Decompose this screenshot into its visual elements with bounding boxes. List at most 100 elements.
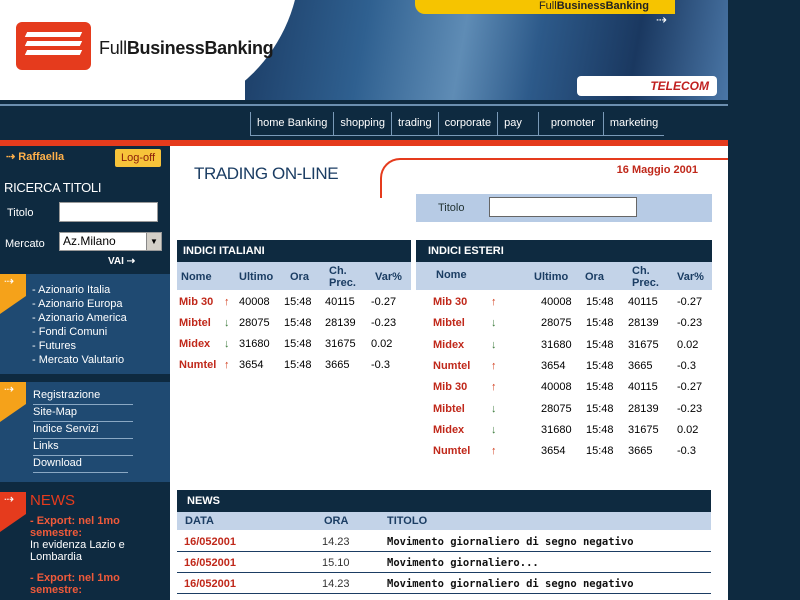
col-nome: Nome bbox=[436, 269, 467, 281]
news-side-item[interactable]: - Export: nel 1mo semestre: bbox=[30, 572, 165, 596]
var-value: -0.27 bbox=[677, 381, 703, 394]
index-name[interactable]: Numtel bbox=[179, 359, 216, 371]
arrow-up-icon: ↑ bbox=[491, 381, 497, 394]
logoff-button[interactable]: Log-off bbox=[115, 149, 161, 167]
ora-value: 15:48 bbox=[586, 381, 614, 394]
var-value: -0.27 bbox=[371, 296, 397, 308]
menu-mercato-valutario[interactable]: - Mercato Valutario bbox=[32, 354, 127, 368]
market-menu: ⇢ - Azionario Italia - Azionario Europa … bbox=[0, 274, 170, 374]
col-var: Var% bbox=[677, 271, 704, 283]
right-gutter bbox=[728, 0, 800, 600]
index-name[interactable]: Numtel bbox=[433, 360, 470, 372]
index-name[interactable]: Mibtel bbox=[433, 317, 465, 329]
nav-marketing[interactable]: marketing bbox=[602, 112, 665, 136]
index-name[interactable]: Numtel bbox=[433, 445, 470, 457]
link-indice-servizi[interactable]: Indice Servizi bbox=[33, 422, 133, 439]
menu-azionario-italia[interactable]: - Azionario Italia bbox=[32, 284, 127, 298]
link-links[interactable]: Links bbox=[33, 439, 133, 456]
ora-value: 15:48 bbox=[586, 338, 614, 351]
link-site-map[interactable]: Site-Map bbox=[33, 405, 133, 422]
col-ora: ORA bbox=[324, 515, 349, 527]
ultimo-value: 3654 bbox=[541, 445, 566, 458]
col-nome: Nome bbox=[181, 271, 212, 283]
ultimo-value: 28075 bbox=[239, 317, 270, 329]
table-row[interactable]: Mib 30 ↑ 40008 15:48 40115 -0.27 bbox=[416, 377, 712, 398]
link-download[interactable]: Download bbox=[33, 456, 128, 473]
news-row[interactable]: 16/052001 14.23 Movimento giornaliero di s… bbox=[177, 573, 711, 594]
brand-name[interactable]: FullBusinessBanking bbox=[99, 38, 274, 59]
mercato-select[interactable]: Az.Milano ▼ bbox=[59, 232, 162, 251]
col-ultimo: Ultimo bbox=[534, 271, 569, 283]
news-side-headline[interactable]: - Export: nel 1mo semestre: bbox=[30, 515, 165, 539]
titolo-label: Titolo bbox=[7, 207, 34, 219]
ultimo-value: 40008 bbox=[239, 296, 270, 308]
table-row[interactable]: Mibtel ↓ 28075 15:48 28139 -0.23 bbox=[416, 399, 712, 420]
news-headline[interactable]: Movimento giornaliero... bbox=[387, 557, 539, 569]
index-name[interactable]: Midex bbox=[433, 339, 464, 351]
news-side-headline[interactable]: - Export: nel 1mo semestre: bbox=[30, 572, 165, 596]
arrow-up-icon: ↑ bbox=[491, 445, 497, 458]
table-row[interactable]: Mib 30 ↑ 40008 15:48 40115 -0.27 bbox=[416, 292, 712, 313]
table-row[interactable]: Mibtel ↓ 28075 15:48 28139 -0.23 bbox=[416, 313, 712, 334]
search-bar: Titolo bbox=[416, 194, 712, 222]
arrow-up-icon: ↑ bbox=[491, 296, 497, 308]
chevron-down-icon[interactable]: ▼ bbox=[146, 233, 161, 250]
prec-value: 28139 bbox=[628, 402, 659, 415]
arrow-down-icon: ↓ bbox=[491, 423, 497, 436]
logo-icon[interactable] bbox=[16, 22, 91, 70]
ultimo-value: 40008 bbox=[541, 296, 572, 308]
telecom-logo[interactable]: TELECOM bbox=[577, 76, 717, 96]
index-name[interactable]: Mibtel bbox=[179, 317, 211, 329]
titolo-input[interactable] bbox=[59, 202, 158, 222]
page: FullBusinessBanking FullBusinessBanking … bbox=[0, 0, 800, 600]
nav-promoter[interactable]: promoter bbox=[537, 112, 603, 136]
ora-value: 15:48 bbox=[586, 317, 614, 330]
nav-shopping[interactable]: shopping bbox=[333, 112, 391, 136]
nav-trading[interactable]: trading bbox=[390, 112, 438, 136]
search-title: RICERCA TITOLI bbox=[4, 180, 102, 195]
table-row[interactable]: Midex ↓ 31680 15:48 31675 0.02 bbox=[416, 335, 712, 356]
table-row[interactable]: Numtel ↑ 3654 15:48 3665 -0.3 bbox=[416, 356, 712, 377]
mercato-label: Mercato bbox=[5, 238, 45, 250]
vai-button[interactable]: VAI ⇢ bbox=[108, 256, 135, 267]
ora-value: 15:48 bbox=[284, 359, 312, 371]
news-time: 14.23 bbox=[322, 578, 350, 590]
index-name[interactable]: Midex bbox=[433, 424, 464, 436]
index-name[interactable]: Mib 30 bbox=[179, 296, 213, 308]
index-name[interactable]: Midex bbox=[179, 338, 210, 350]
ultimo-value: 31680 bbox=[541, 338, 572, 351]
arrow-down-icon: ↓ bbox=[224, 338, 230, 350]
prec-value: 40115 bbox=[628, 381, 658, 394]
menu-azionario-europa[interactable]: - Azionario Europa bbox=[32, 298, 127, 312]
menu-fondi-comuni[interactable]: - Fondi Comuni bbox=[32, 326, 127, 340]
nav-home-banking[interactable]: home Banking bbox=[250, 112, 334, 136]
nav-pay[interactable]: pay bbox=[497, 112, 538, 136]
prec-value: 3665 bbox=[325, 359, 350, 371]
ora-value: 15:48 bbox=[284, 338, 312, 350]
index-name[interactable]: Mib 30 bbox=[433, 296, 467, 308]
nav-corporate[interactable]: corporate bbox=[437, 112, 498, 136]
table-row[interactable]: Midex ↓ 31680 15:48 31675 0.02 bbox=[416, 420, 712, 441]
news-side-item[interactable]: - Export: nel 1mo semestre: In evidenza … bbox=[30, 515, 165, 563]
table-row[interactable]: Numtel ↑ 3654 15:48 3665 -0.3 bbox=[416, 441, 712, 462]
index-name[interactable]: Mib 30 bbox=[433, 381, 467, 393]
news-headline[interactable]: Movimento giornaliero di segno negativo bbox=[387, 578, 634, 590]
var-value: -0.23 bbox=[371, 317, 397, 329]
news-row[interactable]: 16/052001 14.23 Movimento giornaliero di s… bbox=[177, 531, 711, 552]
news-row[interactable]: 16/052001 15.10 Movimento giornaliero... bbox=[177, 552, 711, 573]
search-input[interactable] bbox=[489, 197, 637, 217]
table-header-italiani: Nome Ultimo Ora Ch. Prec. Var% bbox=[177, 262, 411, 290]
index-name[interactable]: Mibtel bbox=[433, 403, 465, 415]
col-var: Var% bbox=[375, 271, 402, 283]
ultimo-value: 3654 bbox=[541, 359, 566, 372]
arrow-down-icon: ↓ bbox=[491, 402, 497, 415]
col-ch: Ch. bbox=[632, 265, 650, 277]
news-time: 15.10 bbox=[322, 557, 350, 569]
top-banner[interactable]: FullBusinessBanking bbox=[415, 0, 675, 14]
news-headline[interactable]: Movimento giornaliero di segno negativo bbox=[387, 536, 634, 548]
menu-futures[interactable]: - Futures bbox=[32, 340, 127, 354]
link-registrazione[interactable]: Registrazione bbox=[33, 388, 133, 405]
prec-value: 31675 bbox=[628, 423, 659, 436]
arrow-right-icon[interactable]: ⇢ bbox=[656, 12, 667, 28]
menu-azionario-america[interactable]: - Azionario America bbox=[32, 312, 127, 326]
